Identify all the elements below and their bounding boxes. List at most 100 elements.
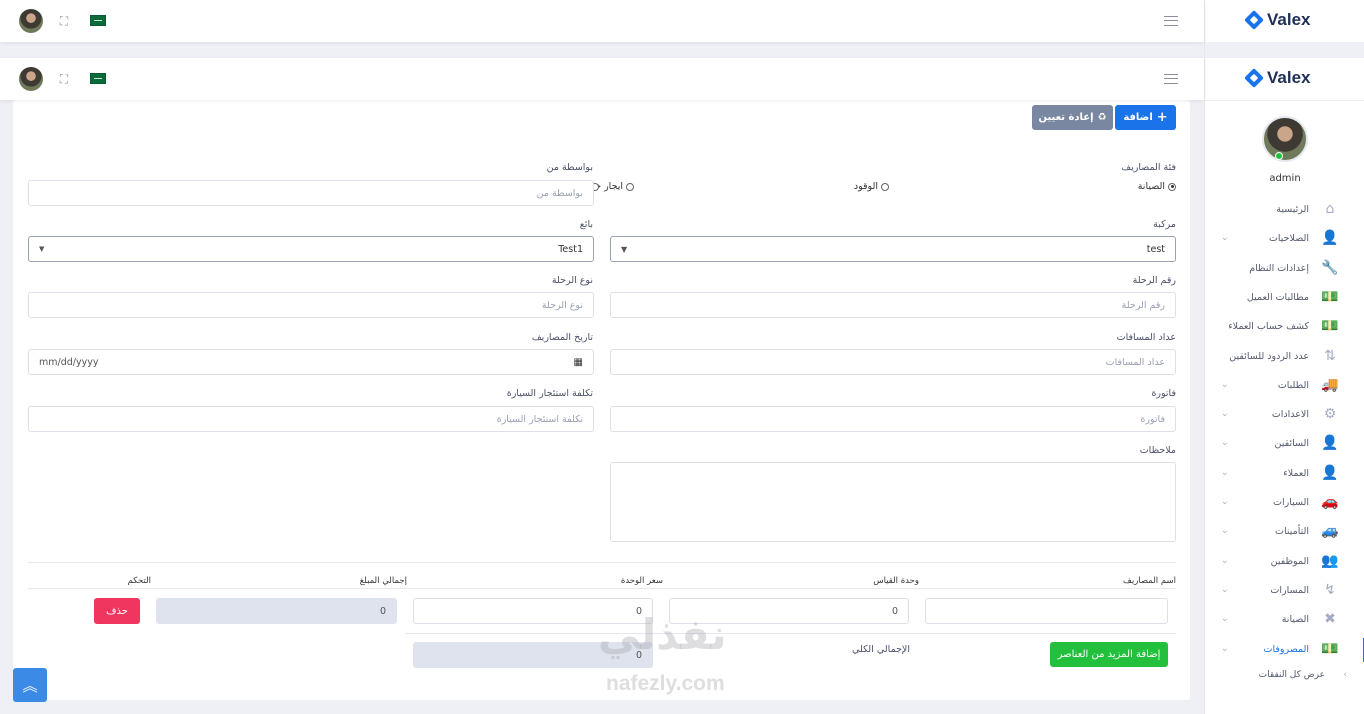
sidebar-item[interactable]: 👤 الصلاحيات ⌄ — [1205, 225, 1364, 254]
category-radio[interactable]: الوقود — [854, 181, 889, 192]
sidebar-item-label: السائقين — [1274, 438, 1309, 450]
add-button[interactable]: + اضافة — [1115, 105, 1176, 130]
add-more-items-button[interactable]: إضافة المزيد من العناصر — [1050, 642, 1168, 667]
sidebar-item[interactable]: 🚙 التأمينات ⌄ — [1205, 518, 1364, 547]
menu-toggle-icon[interactable] — [1164, 74, 1178, 84]
radio-button[interactable] — [626, 182, 634, 191]
sidebar-item[interactable]: ✖ الصيانة ⌄ — [1205, 606, 1364, 635]
sidebar-item-label: التأمينات — [1275, 526, 1309, 538]
sidebar-item[interactable]: ⌂ الرئيسية — [1205, 196, 1364, 225]
chevron-down-icon: ⌄ — [1221, 584, 1229, 595]
table-divider — [405, 633, 1176, 634]
total-amount-input: 0 — [156, 598, 397, 624]
rental-cost-label: تكلفة استئجار السيارة — [506, 388, 593, 399]
sidebar-item-label: الطلبات — [1277, 379, 1309, 391]
calendar-icon[interactable]: ▦ — [574, 357, 583, 368]
by-label: بواسطة من — [546, 162, 593, 173]
user-avatar[interactable] — [1262, 116, 1308, 162]
flag-icon[interactable] — [90, 15, 106, 26]
expense-date-input[interactable]: mm/dd/yyyy ▦ — [28, 349, 594, 375]
wrench-icon: 🔧 — [1321, 259, 1339, 276]
odometer-input[interactable]: عداد المسافات — [610, 349, 1176, 375]
user-cog-icon: 👤 — [1321, 230, 1339, 247]
vehicle-select[interactable]: ▼ test — [610, 236, 1176, 262]
by-input[interactable]: بواسطة من — [28, 180, 594, 206]
chevron-down-icon: ⌄ — [1221, 467, 1229, 478]
online-status-dot — [1275, 152, 1283, 160]
sidebar-item[interactable]: 💵 كشف حساب العملاء — [1205, 313, 1364, 342]
fullscreen-icon[interactable]: ⛶ — [58, 73, 70, 85]
sidebar-item[interactable]: 👥 الموظفين ⌄ — [1205, 548, 1364, 577]
category-radio[interactable]: الصيانة — [1138, 181, 1176, 192]
sidebar-divider — [1205, 100, 1364, 101]
brand-logo[interactable]: Valex — [1244, 10, 1311, 30]
fullscreen-icon[interactable]: ⛶ — [58, 15, 70, 27]
sidebar-item[interactable]: 🚚 الطلبات ⌄ — [1205, 372, 1364, 401]
sidebar-item-label: الرئيسية — [1276, 204, 1309, 215]
sidebar-subitem-label: عرض كل النفقات — [1258, 670, 1325, 680]
invoice-input[interactable]: فاتورة — [610, 406, 1176, 432]
sidebar-item-label: المسارات — [1270, 584, 1309, 596]
money-icon: 💵 — [1321, 318, 1339, 335]
sidebar-item-label: الموظفين — [1270, 555, 1309, 567]
radio-label: الصيانة — [1137, 181, 1165, 192]
sidebar-item[interactable]: 🚗 السيارات ⌄ — [1205, 489, 1364, 518]
plus-icon: + — [1156, 110, 1168, 125]
delete-button[interactable]: حذف — [94, 598, 140, 624]
avatar[interactable] — [19, 67, 43, 91]
sidebar-item[interactable]: 👤 العملاء ⌄ — [1205, 460, 1364, 489]
trip-type-input[interactable]: نوع الرحلة — [28, 292, 594, 318]
money-icon: 💵 — [1321, 288, 1339, 305]
route-icon: ↯ — [1324, 581, 1336, 598]
rental-cost-input[interactable]: تكلفة استئجار السيارة — [28, 406, 594, 432]
menu-toggle-icon[interactable] — [1164, 16, 1178, 26]
seller-select[interactable]: ▼ Test1 — [28, 236, 594, 262]
chevron-down-icon: ⌄ — [1221, 526, 1229, 537]
sidebar-item[interactable]: ⇅ عدد الردود للسائقين — [1205, 343, 1364, 372]
sidebar-divider — [1205, 42, 1364, 58]
sidebar-item-label: المصروفات — [1263, 643, 1309, 655]
radio-button[interactable] — [1168, 182, 1176, 191]
double-chevron-up-icon: ︽ — [22, 676, 38, 695]
sidebar-item[interactable]: ⚙ الاعدادات ⌄ — [1205, 401, 1364, 430]
sort-icon: ⇅ — [1324, 347, 1336, 364]
reset-button[interactable]: ♻ إعادة تعيين — [1032, 105, 1113, 130]
logo-icon — [1244, 68, 1264, 88]
table-header-cell: سعر الوحدة — [620, 576, 663, 586]
invoice-label: فاتورة — [1151, 388, 1176, 399]
sidebar-item[interactable]: 💵 المصروفات ⌄ — [1205, 636, 1364, 665]
reset-button-label: إعادة تعيين — [1038, 112, 1094, 123]
expense-date-value: mm/dd/yyyy — [39, 356, 99, 368]
truck-icon: 🚚 — [1321, 376, 1339, 393]
notes-textarea[interactable] — [610, 462, 1176, 542]
sidebar-item-label: الاعدادات — [1271, 409, 1309, 421]
chevron-down-icon: ⌄ — [1221, 643, 1229, 654]
chevron-down-icon: ▼ — [39, 245, 45, 253]
trip-number-label: رقم الرحلة — [1132, 275, 1176, 286]
flag-icon[interactable] — [90, 73, 106, 84]
sidebar-subitem-all-expenses[interactable]: عرض كل النفقات ‹ — [1205, 670, 1364, 686]
expense-name-input[interactable] — [925, 598, 1168, 624]
radio-label: الوقود — [853, 181, 878, 192]
sidebar-item[interactable]: 💵 مطالبات العميل — [1205, 284, 1364, 313]
trip-number-input[interactable]: رقم الرحلة — [610, 292, 1176, 318]
sidebar-item-label: مطالبات العميل — [1246, 291, 1309, 303]
sidebar-item-label: كشف حساب العملاء — [1228, 321, 1309, 333]
odometer-label: عداد المسافات — [1116, 332, 1176, 343]
avatar[interactable] — [19, 9, 43, 33]
brand-name: Valex — [1267, 10, 1311, 29]
top-header-2: ⛶ — [0, 58, 1204, 100]
money-bill-icon: 💵 — [1321, 640, 1339, 657]
seller-label: بائع — [579, 219, 593, 230]
sidebar-item[interactable]: ↯ المسارات ⌄ — [1205, 577, 1364, 606]
sidebar-item[interactable]: 👤 السائقين ⌄ — [1205, 430, 1364, 459]
trip-type-label: نوع الرحلة — [551, 275, 593, 286]
chevron-down-icon: ⌄ — [1221, 409, 1229, 420]
scroll-to-top-button[interactable]: ︽ — [13, 668, 47, 702]
sidebar-item[interactable]: 🔧 إعدادات النظام — [1205, 255, 1364, 284]
radio-button[interactable] — [881, 182, 889, 191]
car-icon: 🚗 — [1321, 494, 1339, 510]
top-header-1: ⛶ — [0, 0, 1204, 42]
table-divider — [28, 588, 1176, 589]
brand-logo[interactable]: Valex — [1244, 68, 1311, 88]
